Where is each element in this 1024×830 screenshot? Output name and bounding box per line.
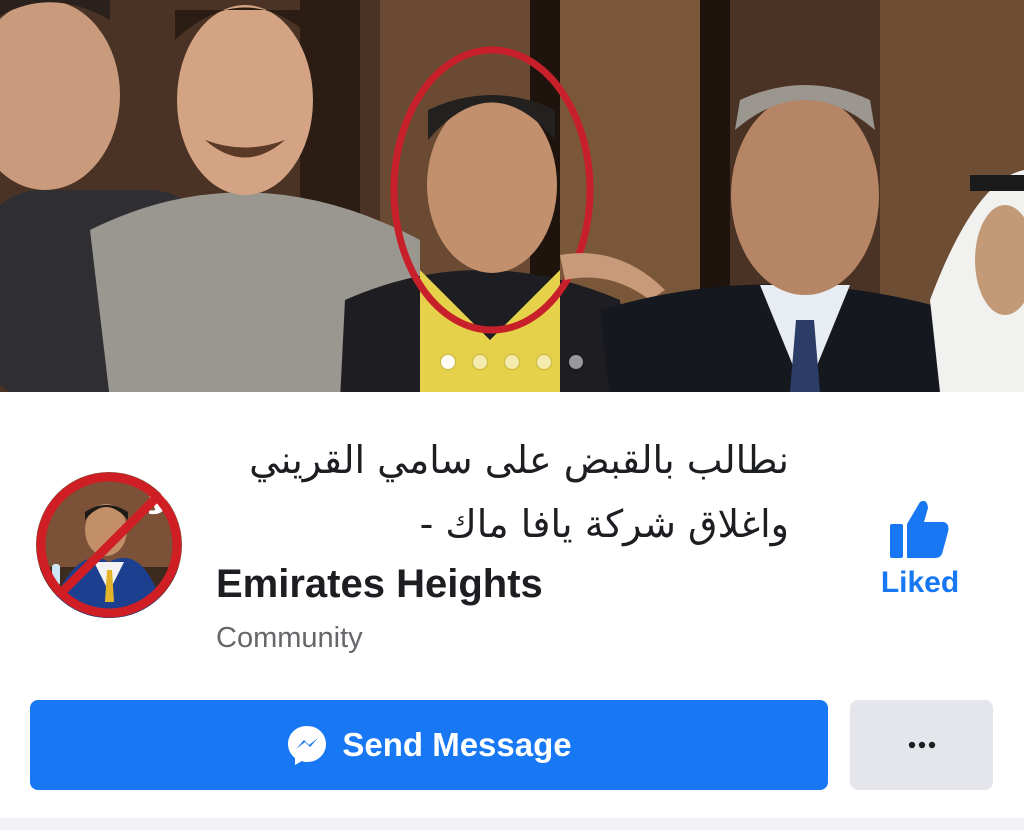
thumbs-up-icon [890,500,949,558]
liked-button[interactable]: Liked [868,500,972,600]
cover-photo[interactable] [0,0,1024,392]
ellipsis-icon [908,741,935,749]
page-title-block: نطالب بالقبض على سامي القريني واغلاق شرك… [214,428,794,655]
send-message-label: Send Message [342,726,572,763]
cover-photo-image [0,0,1024,392]
page-category: Community [216,622,363,654]
carousel-dot[interactable] [569,355,583,369]
carousel-dot[interactable] [505,355,519,369]
messenger-icon [288,726,327,765]
liked-label: Liked [880,566,960,599]
carousel-indicator[interactable] [0,355,1024,369]
carousel-dot[interactable] [537,355,551,369]
send-message-button[interactable]: Send Message [30,700,828,790]
avatar-image: لا [36,472,182,618]
page-title-arabic-line-1: نطالب بالقبض على سامي القريني [249,438,789,482]
more-options-button[interactable] [850,700,993,790]
page-title: Emirates Heights [216,562,543,606]
carousel-dot[interactable] [473,355,487,369]
section-divider [0,818,1024,830]
page-avatar[interactable]: لا [36,472,182,618]
carousel-dot[interactable] [441,355,455,369]
page-title-arabic-line-2: واغلاق شركة يافا ماك - [419,502,789,546]
